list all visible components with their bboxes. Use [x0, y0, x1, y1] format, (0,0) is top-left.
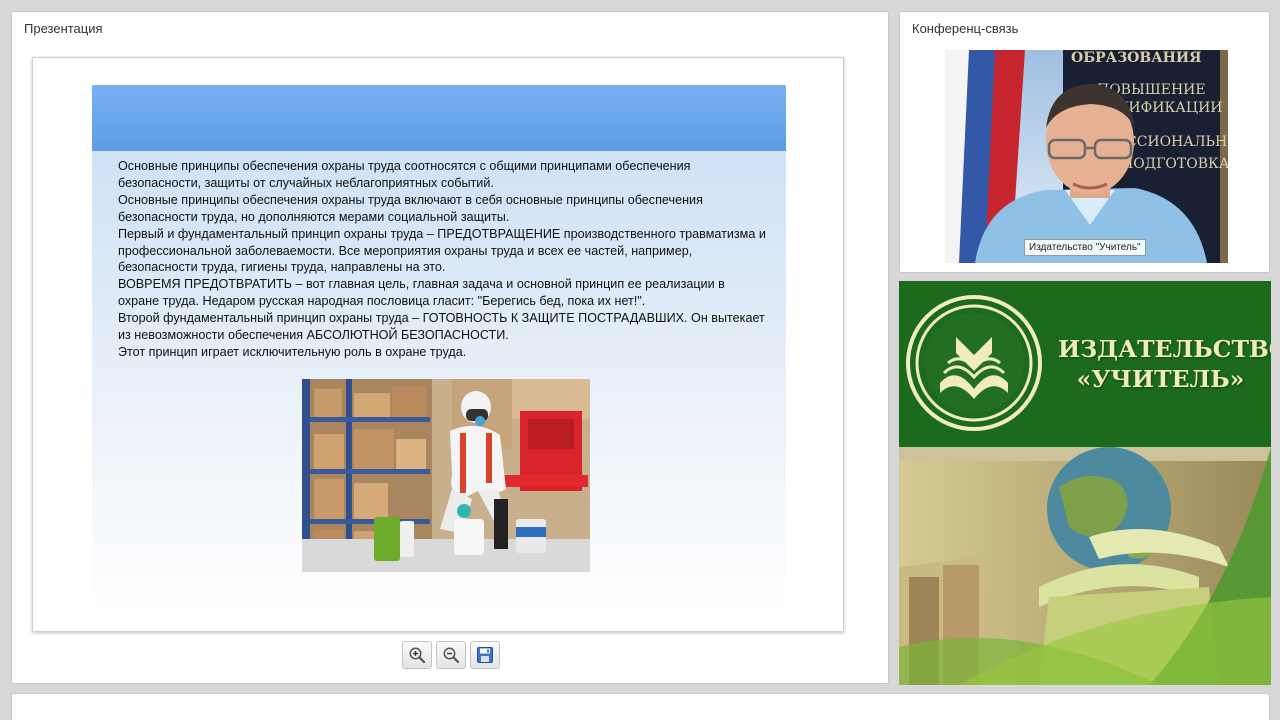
presentation-panel-title: Презентация [24, 21, 103, 36]
slide-paragraph: Первый и фундаментальный принцип охраны … [118, 226, 766, 275]
slide-paragraph: Этот принцип играет исключительную роль … [118, 344, 467, 359]
backdrop-text: ОБРАЗОВАНИЯ [1071, 50, 1201, 66]
video-feed[interactable]: ОБРАЗОВАНИЯ ПОВЫШЕНИЕ КВАЛИФИКАЦИИ ПРОФЕ… [945, 50, 1228, 263]
save-icon [477, 647, 493, 663]
banner-books-globe-image [899, 447, 1271, 685]
participant-name-label: Издательство "Учитель" [1024, 239, 1146, 256]
publisher-name: ИЗДАТЕЛЬСТВО «УЧИТЕЛЬ» [1058, 334, 1271, 394]
slide-paragraph: Основные принципы обеспечения охраны тру… [118, 159, 691, 190]
slide-paragraph: Второй фундаментальный принцип охраны тр… [118, 311, 765, 343]
slide-photo-worker-in-protective-suit [302, 379, 590, 572]
publisher-name-line1: ИЗДАТЕЛЬСТВО [1058, 335, 1271, 363]
slide-toolbar [402, 641, 500, 671]
speaker-video-frame: ОБРАЗОВАНИЯ ПОВЫШЕНИЕ КВАЛИФИКАЦИИ ПРОФЕ… [945, 50, 1228, 263]
save-button[interactable] [470, 641, 500, 669]
slide-text: Основные принципы обеспечения охраны тру… [118, 158, 768, 361]
publisher-name-line2: «УЧИТЕЛЬ» [1076, 365, 1245, 393]
zoom-out-button[interactable] [436, 641, 466, 669]
conference-panel: Конференц-связь ОБРАЗОВАНИЯ ПОВЫШЕНИЕ КВ… [899, 11, 1270, 273]
slide-paragraph: Основные принципы обеспечения охраны тру… [118, 192, 703, 224]
slide-viewer[interactable]: Основные принципы обеспечения охраны тру… [32, 57, 844, 632]
bottom-panel [11, 693, 1270, 720]
banner-logo-area: ИЗДАТЕЛЬСТВО «УЧИТЕЛЬ» [899, 281, 1271, 447]
zoom-in-icon [409, 647, 426, 664]
zoom-out-icon [443, 647, 460, 664]
warehouse-worker-illustration [302, 379, 590, 572]
zoom-in-button[interactable] [402, 641, 432, 669]
publisher-banner: ИЗДАТЕЛЬСТВО «УЧИТЕЛЬ» [899, 281, 1271, 685]
books-globe-illustration [899, 447, 1271, 685]
slide: Основные принципы обеспечения охраны тру… [92, 85, 786, 615]
slide-header-bar [92, 85, 786, 151]
presentation-panel: Презентация Основные принципы обеспечени… [11, 11, 889, 684]
conference-panel-title: Конференц-связь [912, 21, 1019, 36]
publisher-logo-icon [906, 295, 1042, 431]
slide-paragraph: ВОВРЕМЯ ПРЕДОТВРАТИТЬ – вот главная цель… [118, 277, 725, 309]
